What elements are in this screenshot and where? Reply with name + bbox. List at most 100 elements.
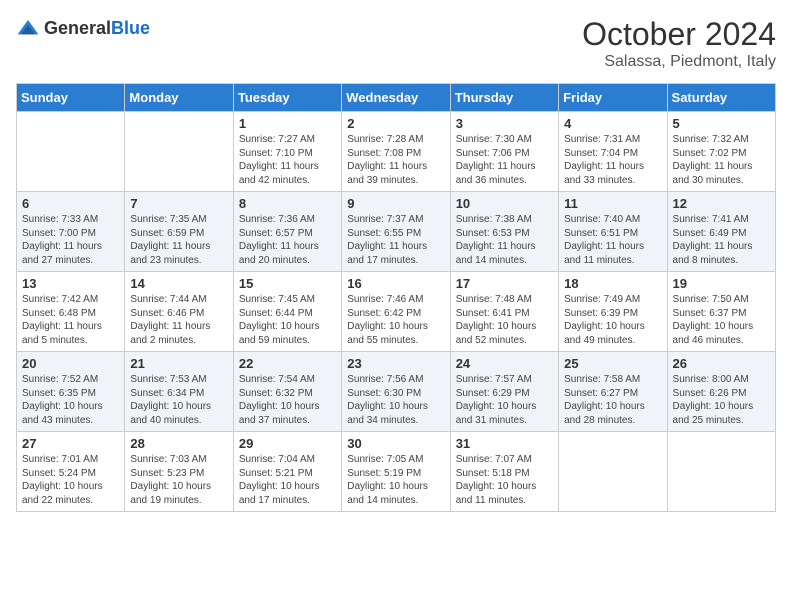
calendar-body: 1 Sunrise: 7:27 AM Sunset: 7:10 PM Daylig… [17,112,776,512]
cell-info: Sunrise: 7:58 AM Sunset: 6:27 PM Dayligh… [564,373,661,427]
day-number: 17 [456,276,553,291]
cell-info: Sunrise: 7:42 AM Sunset: 6:48 PM Dayligh… [22,293,119,347]
calendar-cell: 6Sunrise: 7:33 AM Sunset: 7:00 PM Daylig… [17,192,125,272]
calendar-cell: 24Sunrise: 7:57 AM Sunset: 6:29 PM Dayli… [450,352,558,432]
cell-info: Sunrise: 7:33 AM Sunset: 7:00 PM Dayligh… [22,213,119,267]
calendar-cell: 5 Sunrise: 7:32 AM Sunset: 7:02 PM Daylig… [667,112,775,192]
day-number: 8 [239,196,336,211]
cell-info: Sunrise: 7:28 AM Sunset: 7:08 PM Dayligh… [347,133,444,187]
day-number: 2 [347,116,444,131]
calendar-cell: 8 Sunrise: 7:36 AM Sunset: 6:57 PM Daylig… [233,192,341,272]
calendar-week-2: 13 Sunrise: 7:42 AM Sunset: 6:48 PM Dayli… [17,272,776,352]
calendar-header: SundayMondayTuesdayWednesdayThursdayFrid… [17,84,776,112]
logo: GeneralBlue [16,16,150,40]
day-number: 3 [456,116,553,131]
calendar-cell: 17 Sunrise: 7:48 AM Sunset: 6:41 PM Dayli… [450,272,558,352]
calendar-cell: 26 Sunrise: 8:00 AM Sunset: 6:26 PM Dayli… [667,352,775,432]
calendar-cell: 9 Sunrise: 7:37 AM Sunset: 6:55 PM Daylig… [342,192,450,272]
calendar-cell: 16 Sunrise: 7:46 AM Sunset: 6:42 PM Dayli… [342,272,450,352]
logo-text: GeneralBlue [44,18,150,39]
day-header-wednesday: Wednesday [342,84,450,112]
cell-info: Sunrise: 7:38 AM Sunset: 6:53 PM Dayligh… [456,213,553,267]
calendar-cell: 31Sunrise: 7:07 AM Sunset: 5:18 PM Dayli… [450,432,558,512]
cell-info: Sunrise: 7:03 AM Sunset: 5:23 PM Dayligh… [130,453,227,507]
day-number: 9 [347,196,444,211]
calendar-cell: 1 Sunrise: 7:27 AM Sunset: 7:10 PM Daylig… [233,112,341,192]
day-number: 21 [130,356,227,371]
day-number: 30 [347,436,444,451]
cell-info: Sunrise: 7:31 AM Sunset: 7:04 PM Dayligh… [564,133,661,187]
day-header-sunday: Sunday [17,84,125,112]
cell-info: Sunrise: 7:05 AM Sunset: 5:19 PM Dayligh… [347,453,444,507]
calendar-cell: 23 Sunrise: 7:56 AM Sunset: 6:30 PM Dayli… [342,352,450,432]
day-number: 7 [130,196,227,211]
day-number: 14 [130,276,227,291]
calendar-cell [559,432,667,512]
day-header-monday: Monday [125,84,233,112]
title-block: October 2024 Salassa, Piedmont, Italy [582,16,776,71]
calendar-cell: 11 Sunrise: 7:40 AM Sunset: 6:51 PM Dayli… [559,192,667,272]
day-header-tuesday: Tuesday [233,84,341,112]
day-number: 12 [673,196,770,211]
logo-icon [16,16,40,40]
day-number: 10 [456,196,553,211]
day-number: 4 [564,116,661,131]
cell-info: Sunrise: 7:35 AM Sunset: 6:59 PM Dayligh… [130,213,227,267]
cell-info: Sunrise: 7:04 AM Sunset: 5:21 PM Dayligh… [239,453,336,507]
day-number: 16 [347,276,444,291]
cell-info: Sunrise: 7:32 AM Sunset: 7:02 PM Dayligh… [673,133,770,187]
day-number: 31 [456,436,553,451]
cell-info: Sunrise: 7:45 AM Sunset: 6:44 PM Dayligh… [239,293,336,347]
calendar-week-0: 1 Sunrise: 7:27 AM Sunset: 7:10 PM Daylig… [17,112,776,192]
day-number: 25 [564,356,661,371]
calendar-cell: 20Sunrise: 7:52 AM Sunset: 6:35 PM Dayli… [17,352,125,432]
cell-info: Sunrise: 7:37 AM Sunset: 6:55 PM Dayligh… [347,213,444,267]
cell-info: Sunrise: 7:27 AM Sunset: 7:10 PM Dayligh… [239,133,336,187]
calendar-cell: 4 Sunrise: 7:31 AM Sunset: 7:04 PM Daylig… [559,112,667,192]
calendar-cell: 15Sunrise: 7:45 AM Sunset: 6:44 PM Dayli… [233,272,341,352]
calendar-week-4: 27 Sunrise: 7:01 AM Sunset: 5:24 PM Dayli… [17,432,776,512]
calendar-cell: 18Sunrise: 7:49 AM Sunset: 6:39 PM Dayli… [559,272,667,352]
day-number: 11 [564,196,661,211]
location: Salassa, Piedmont, Italy [582,53,776,71]
calendar-cell [125,112,233,192]
cell-info: Sunrise: 7:40 AM Sunset: 6:51 PM Dayligh… [564,213,661,267]
day-number: 23 [347,356,444,371]
day-number: 20 [22,356,119,371]
day-number: 5 [673,116,770,131]
cell-info: Sunrise: 7:30 AM Sunset: 7:06 PM Dayligh… [456,133,553,187]
calendar-cell: 14Sunrise: 7:44 AM Sunset: 6:46 PM Dayli… [125,272,233,352]
day-number: 26 [673,356,770,371]
calendar-week-1: 6Sunrise: 7:33 AM Sunset: 7:00 PM Daylig… [17,192,776,272]
day-number: 13 [22,276,119,291]
calendar-cell: 30 Sunrise: 7:05 AM Sunset: 5:19 PM Dayli… [342,432,450,512]
cell-info: Sunrise: 7:54 AM Sunset: 6:32 PM Dayligh… [239,373,336,427]
day-number: 1 [239,116,336,131]
cell-info: Sunrise: 7:48 AM Sunset: 6:41 PM Dayligh… [456,293,553,347]
cell-info: Sunrise: 7:56 AM Sunset: 6:30 PM Dayligh… [347,373,444,427]
day-number: 27 [22,436,119,451]
days-of-week-row: SundayMondayTuesdayWednesdayThursdayFrid… [17,84,776,112]
cell-info: Sunrise: 7:01 AM Sunset: 5:24 PM Dayligh… [22,453,119,507]
day-number: 22 [239,356,336,371]
calendar-cell: 27 Sunrise: 7:01 AM Sunset: 5:24 PM Dayli… [17,432,125,512]
day-header-thursday: Thursday [450,84,558,112]
cell-info: Sunrise: 7:57 AM Sunset: 6:29 PM Dayligh… [456,373,553,427]
day-number: 29 [239,436,336,451]
day-header-saturday: Saturday [667,84,775,112]
calendar-cell: 29 Sunrise: 7:04 AM Sunset: 5:21 PM Dayli… [233,432,341,512]
calendar-week-3: 20Sunrise: 7:52 AM Sunset: 6:35 PM Dayli… [17,352,776,432]
month-title: October 2024 [582,16,776,53]
day-number: 28 [130,436,227,451]
calendar-cell: 10 Sunrise: 7:38 AM Sunset: 6:53 PM Dayli… [450,192,558,272]
cell-info: Sunrise: 8:00 AM Sunset: 6:26 PM Dayligh… [673,373,770,427]
cell-info: Sunrise: 7:49 AM Sunset: 6:39 PM Dayligh… [564,293,661,347]
calendar-cell: 22 Sunrise: 7:54 AM Sunset: 6:32 PM Dayli… [233,352,341,432]
calendar-cell [17,112,125,192]
calendar-cell: 25 Sunrise: 7:58 AM Sunset: 6:27 PM Dayli… [559,352,667,432]
cell-info: Sunrise: 7:36 AM Sunset: 6:57 PM Dayligh… [239,213,336,267]
calendar-cell: 21 Sunrise: 7:53 AM Sunset: 6:34 PM Dayli… [125,352,233,432]
cell-info: Sunrise: 7:53 AM Sunset: 6:34 PM Dayligh… [130,373,227,427]
day-header-friday: Friday [559,84,667,112]
cell-info: Sunrise: 7:46 AM Sunset: 6:42 PM Dayligh… [347,293,444,347]
